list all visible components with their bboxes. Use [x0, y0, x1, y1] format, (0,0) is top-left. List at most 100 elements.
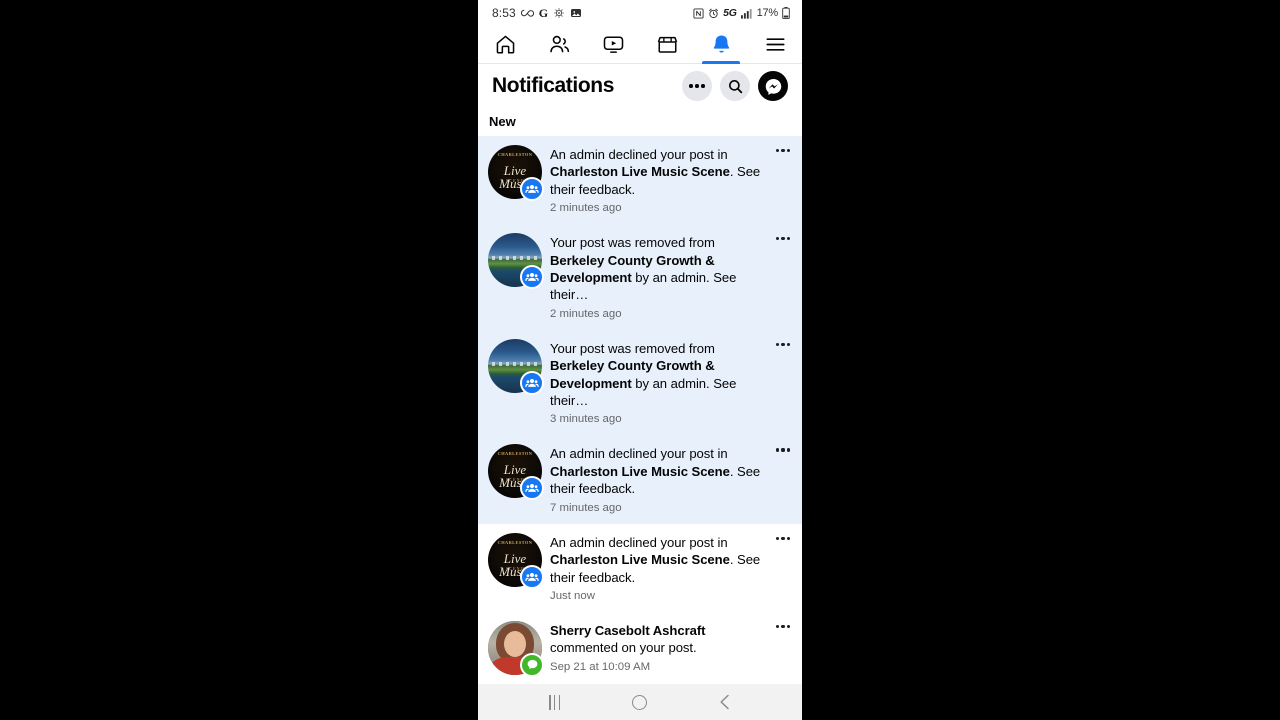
notification-options-button[interactable]: [772, 621, 794, 629]
avatar[interactable]: [488, 620, 544, 677]
ellipsis-icon: [776, 342, 790, 347]
notification-body: An admin declined your post in Charlesto…: [550, 145, 772, 215]
nav-tab-home[interactable]: [478, 26, 532, 63]
group-badge: [520, 370, 544, 395]
notification-options-button[interactable]: [772, 145, 794, 153]
photos-icon: [570, 7, 582, 19]
phone-viewport: 8:53 G 5G 17% Notifications New CHARLEST…: [478, 0, 802, 720]
nav-tab-menu[interactable]: [748, 26, 802, 63]
notification-row[interactable]: CHARLESTON Live Music SCENE An admin declin…: [478, 435, 802, 524]
notification-timestamp: Just now: [550, 589, 595, 602]
android-recents-button[interactable]: [535, 688, 575, 716]
nav-tab-marketplace[interactable]: [640, 26, 694, 63]
avatar[interactable]: CHARLESTON Live Music SCENE: [488, 145, 544, 201]
notification-timestamp: 3 minutes ago: [550, 413, 622, 426]
search-button[interactable]: [720, 71, 750, 101]
notification-entity-name: Charleston Live Music Scene: [550, 552, 730, 568]
ellipsis-icon: [689, 84, 705, 88]
notification-text-fragment: Your post was removed from: [550, 235, 715, 251]
status-bar-right: 5G 17%: [693, 7, 790, 19]
android-navigation-bar: [478, 684, 802, 720]
group-badge: [520, 564, 544, 589]
search-icon: [728, 79, 742, 93]
group-logo-top: CHARLESTON: [497, 152, 533, 157]
nav-tab-notifications[interactable]: [694, 26, 748, 64]
group-logo-top: CHARLESTON: [497, 451, 533, 457]
battery-icon: [782, 7, 790, 19]
tab-active-indicator: [701, 61, 741, 64]
nav-tab-friends[interactable]: [532, 26, 586, 63]
avatar[interactable]: [488, 233, 544, 290]
ellipsis-icon: [776, 237, 790, 241]
avatar[interactable]: [488, 338, 544, 395]
notification-timestamp: Sep 21 at 10:09 AM: [550, 660, 651, 673]
notification-text-fragment: commented on your post.: [550, 640, 697, 656]
notification-entity-name: Charleston Live Music Scene: [550, 164, 730, 180]
notification-options-button[interactable]: [772, 339, 794, 347]
notification-body: Your post was removed from Berkeley Coun…: [550, 233, 772, 321]
notification-timestamp: 7 minutes ago: [550, 501, 622, 514]
notification-text: Your post was removed from Berkeley Coun…: [550, 234, 768, 304]
notification-row[interactable]: Your post was removed from Berkeley Coun…: [478, 329, 802, 436]
android-home-button[interactable]: [620, 688, 660, 716]
video-icon: [603, 36, 623, 53]
notification-options-button[interactable]: [772, 233, 794, 241]
section-label-new: New: [478, 108, 802, 136]
ellipsis-icon: [776, 536, 790, 540]
notification-entity-name: Sherry Casebolt Ashcraft: [550, 622, 706, 638]
notification-text: An admin declined your post in Charlesto…: [550, 445, 768, 497]
notification-text: An admin declined your post in Charlesto…: [550, 146, 768, 198]
ellipsis-icon: [776, 149, 790, 153]
network-type-label: 5G: [723, 7, 737, 19]
group-badge: [520, 177, 544, 201]
notifications-feed[interactable]: New CHARLESTON Live Music SCENE An admin de…: [478, 108, 802, 684]
notification-options-button[interactable]: [772, 533, 794, 540]
notification-body: An admin declined your post in Charlesto…: [550, 533, 772, 603]
ellipsis-icon: [776, 624, 790, 629]
notification-text-fragment: Your post was removed from: [550, 340, 715, 356]
avatar-part: [504, 630, 526, 657]
notification-timestamp: 2 minutes ago: [550, 307, 622, 320]
page-header: Notifications: [478, 64, 802, 108]
battery-percent-label: 17%: [756, 7, 779, 19]
notification-text-fragment: An admin declined your post in: [550, 446, 728, 462]
nfc-icon: [693, 7, 704, 19]
notification-text-fragment: An admin declined your post in: [550, 147, 728, 162]
notification-options-button[interactable]: [772, 444, 794, 452]
more-options-button[interactable]: [682, 71, 712, 101]
nav-tab-video[interactable]: [586, 26, 640, 63]
signal-bars-icon: [740, 8, 753, 19]
home-circle-icon: [632, 694, 648, 710]
hamburger-menu-icon: [765, 38, 785, 51]
notification-body: Sherry Casebolt Ashcraft commented on yo…: [550, 621, 772, 674]
notification-timestamp: 2 minutes ago: [550, 202, 622, 215]
screen-root: 8:53 G 5G 17% Notifications New CHARLEST…: [0, 0, 1280, 720]
avatar[interactable]: CHARLESTON Live Music SCENE: [488, 444, 544, 501]
recents-icon: [549, 694, 561, 710]
messenger-icon: [765, 78, 781, 95]
notification-text: Your post was removed from Berkeley Coun…: [550, 340, 768, 410]
notification-row[interactable]: Your post was removed from Berkeley Coun…: [478, 224, 802, 330]
status-time: 8:53: [492, 6, 516, 20]
notification-body: Your post was removed from Berkeley Coun…: [550, 339, 772, 427]
status-bar: 8:53 G 5G 17%: [478, 0, 802, 26]
friends-icon: [549, 35, 569, 53]
notification-body: An admin declined your post in Charlesto…: [550, 444, 772, 514]
notification-row[interactable]: CHARLESTON Live Music SCENE An admin declin…: [478, 523, 802, 612]
avatar[interactable]: CHARLESTON Live Music SCENE: [488, 532, 544, 589]
android-back-button[interactable]: [705, 688, 745, 716]
notification-text: Sherry Casebolt Ashcraft commented on yo…: [550, 622, 768, 657]
group-logo-top: CHARLESTON: [497, 539, 533, 545]
notification-row[interactable]: CHARLESTON Live Music SCENE An admin declin…: [478, 136, 802, 225]
home-icon: [496, 35, 514, 54]
notification-entity-name: Charleston Live Music Scene: [550, 463, 730, 479]
page-title: Notifications: [492, 74, 614, 97]
messenger-button[interactable]: [758, 71, 788, 101]
notification-text-fragment: An admin declined your post in: [550, 534, 728, 550]
group-badge: [520, 476, 544, 501]
group-badge: [520, 265, 544, 290]
notification-text: An admin declined your post in Charlesto…: [550, 534, 768, 586]
notification-row[interactable]: Sherry Casebolt Ashcraft commented on yo…: [478, 611, 802, 684]
marketplace-icon: [657, 36, 677, 53]
bell-icon: [713, 35, 729, 53]
